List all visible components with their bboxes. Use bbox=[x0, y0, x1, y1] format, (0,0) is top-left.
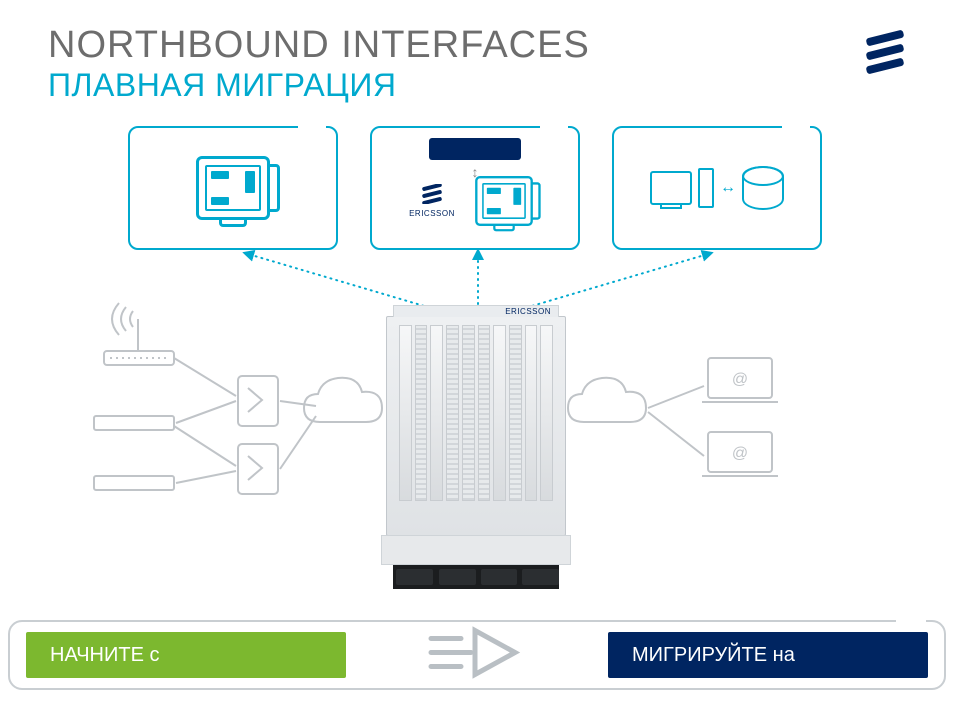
router-icon bbox=[94, 476, 174, 490]
page-title: Northbound interfaces bbox=[48, 24, 906, 67]
flow-arrow-icon bbox=[427, 625, 527, 686]
header: Northbound interfaces Плавная миграция bbox=[48, 24, 906, 104]
northbound-box-ericsson: ↕ ERICSSON bbox=[370, 126, 580, 250]
cloud-icon bbox=[568, 378, 646, 422]
pc-tower-icon bbox=[698, 168, 714, 208]
ericsson-mini-logo: ERICSSON bbox=[409, 184, 455, 218]
northbound-box-thirdparty: ↔ bbox=[612, 126, 822, 250]
diagram-stage: ↕ ERICSSON bbox=[48, 126, 908, 546]
monitor-icon bbox=[650, 171, 692, 205]
switch-icon bbox=[238, 444, 278, 494]
dashboard-icon bbox=[475, 176, 533, 226]
cloud-icon bbox=[304, 378, 382, 422]
northbound-box-existing bbox=[128, 126, 338, 250]
ssr-chassis-icon: ERICSSON bbox=[386, 316, 566, 536]
slide: Northbound interfaces Плавная миграция ↕ bbox=[0, 0, 954, 716]
ericsson-small-label: ERICSSON bbox=[409, 209, 455, 218]
dashboard-icon bbox=[196, 156, 270, 220]
svg-text:@: @ bbox=[732, 445, 748, 462]
start-button[interactable]: НАЧНИТЕ с bbox=[26, 632, 346, 678]
laptop-icon: @ bbox=[702, 358, 778, 402]
router-icon bbox=[94, 416, 174, 430]
bottom-band: НАЧНИТЕ с МИГРИРУЙТЕ на bbox=[8, 620, 946, 690]
pc-database-icon: ↔ bbox=[650, 166, 784, 210]
ericsson-logo bbox=[864, 30, 906, 79]
laptop-icon: @ bbox=[702, 432, 778, 476]
chassis-brand-label: ERICSSON bbox=[505, 307, 551, 316]
sync-arrow-icon: ↔ bbox=[720, 179, 736, 197]
page-subtitle: Плавная миграция bbox=[48, 67, 906, 104]
svg-text:@: @ bbox=[732, 371, 748, 388]
antenna-icon bbox=[104, 303, 174, 365]
database-icon bbox=[742, 166, 784, 210]
migrate-button[interactable]: МИГРИРУЙТЕ на bbox=[608, 632, 928, 678]
switch-icon bbox=[238, 376, 278, 426]
